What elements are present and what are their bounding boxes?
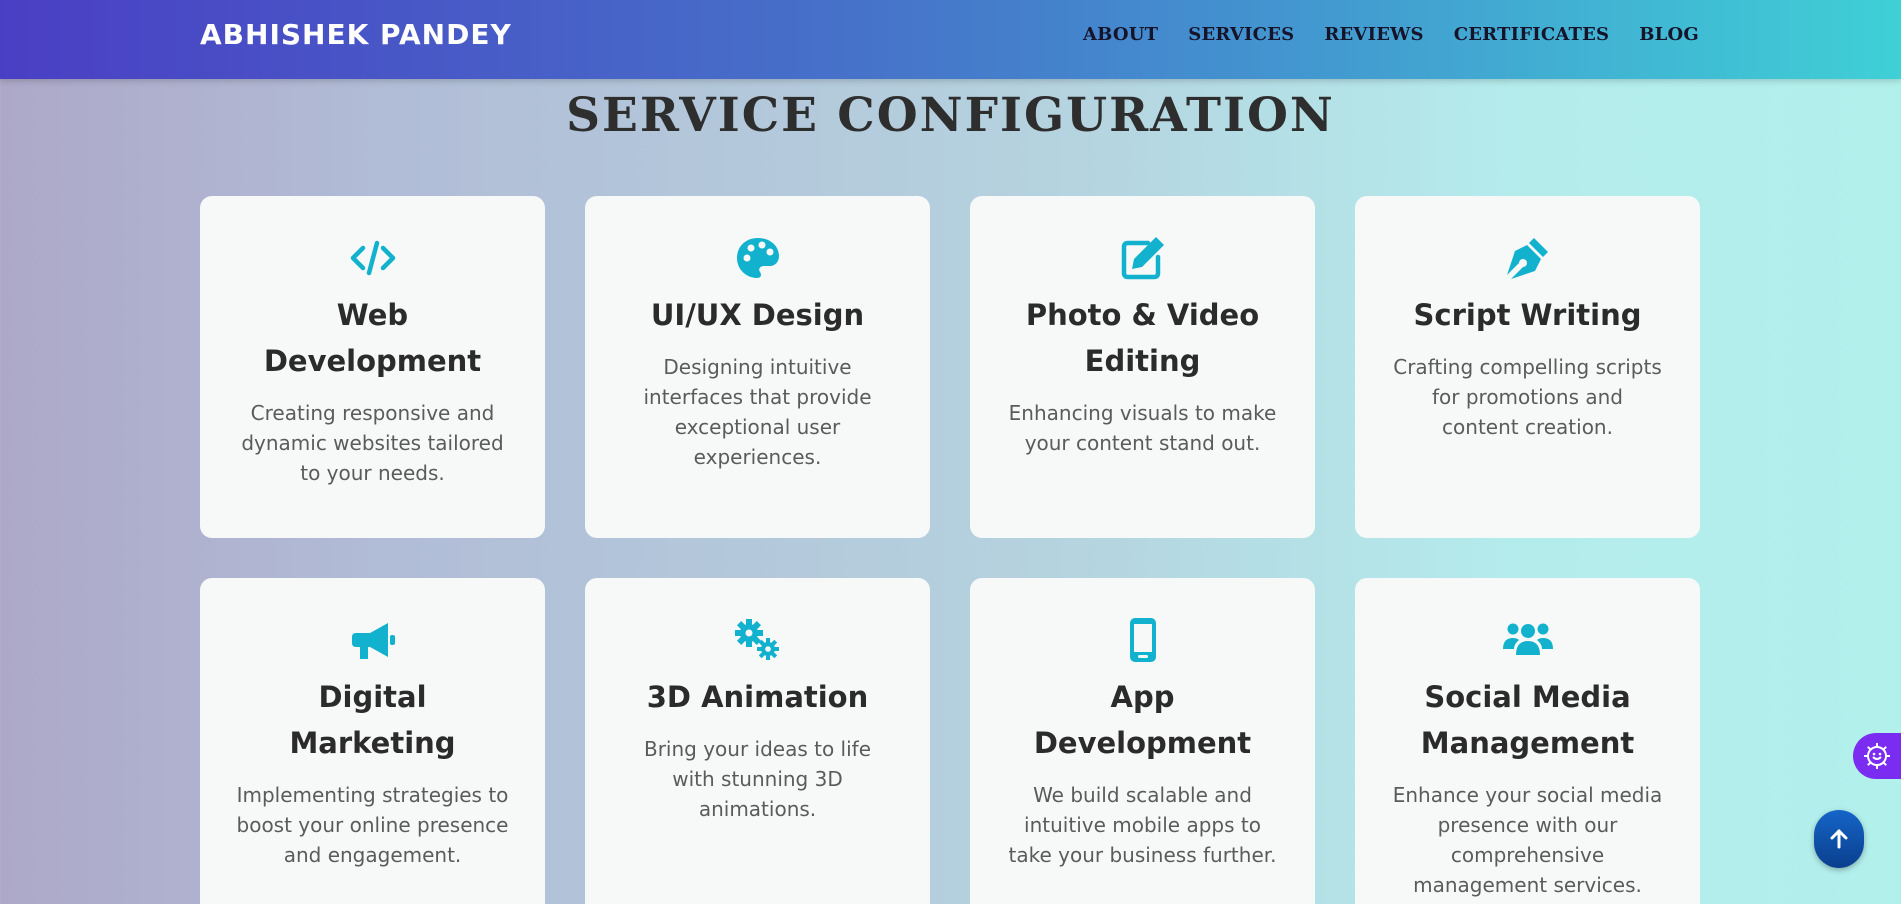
gear-smiley-icon	[1864, 743, 1890, 769]
service-title: Photo & Video Editing	[1025, 298, 1260, 378]
service-title: Digital Marketing	[289, 680, 456, 760]
nav-link-certificates[interactable]: CERTIFICATES	[1454, 24, 1610, 45]
service-title: Script Writing	[1413, 298, 1642, 332]
mobile-icon	[1000, 616, 1285, 664]
service-title: Web Development	[263, 298, 482, 378]
scroll-to-top-button[interactable]	[1814, 810, 1864, 868]
service-description: We build scalable and intuitive mobile a…	[1008, 783, 1277, 867]
nav-link-blog[interactable]: BLOG	[1639, 24, 1699, 45]
service-title: App Development	[1033, 680, 1252, 760]
service-title: 3D Animation	[646, 680, 869, 714]
service-description: Enhancing visuals to make your content s…	[1008, 401, 1277, 455]
pen-nib-icon	[1385, 234, 1670, 282]
arrow-up-icon	[1830, 829, 1848, 849]
service-card-3d-animation[interactable]: 3D Animation Bring your ideas to life wi…	[585, 578, 930, 904]
service-description: Crafting compelling scripts for promotio…	[1393, 355, 1662, 439]
service-description: Implementing strategies to boost your on…	[236, 783, 509, 867]
service-title: UI/UX Design	[650, 298, 865, 332]
nav-link-services[interactable]: SERVICES	[1188, 24, 1294, 45]
service-card-web-development[interactable]: Web Development Creating responsive and …	[200, 196, 545, 538]
megaphone-icon	[230, 616, 515, 664]
service-card-social-media-management[interactable]: Social Media Management Enhance your soc…	[1355, 578, 1700, 904]
theme-settings-button[interactable]	[1853, 733, 1901, 779]
service-card-photo-video-editing[interactable]: Photo & Video Editing Enhancing visuals …	[970, 196, 1315, 538]
service-card-script-writing[interactable]: Script Writing Crafting compelling scrip…	[1355, 196, 1700, 538]
nav-links: ABOUT SERVICES REVIEWS CERTIFICATES BLOG	[1083, 24, 1699, 45]
service-description: Enhance your social media presence with …	[1392, 783, 1663, 897]
site-logo[interactable]: ABHISHEK PANDEY	[200, 18, 512, 51]
service-title: Social Media Management	[1420, 680, 1635, 760]
edit-icon	[1000, 234, 1285, 282]
section-title: SERVICE CONFIGURATION	[566, 88, 1335, 143]
nav-link-reviews[interactable]: REVIEWS	[1324, 24, 1423, 45]
gears-icon	[615, 616, 900, 664]
service-card-ui-ux-design[interactable]: UI/UX Design Designing intuitive interfa…	[585, 196, 930, 538]
code-icon	[230, 234, 515, 282]
users-icon	[1385, 616, 1670, 664]
nav-link-about[interactable]: ABOUT	[1083, 24, 1158, 45]
service-description: Creating responsive and dynamic websites…	[241, 401, 504, 485]
service-card-app-development[interactable]: App Development We build scalable and in…	[970, 578, 1315, 904]
service-description: Designing intuitive interfaces that prov…	[643, 355, 872, 469]
palette-icon	[615, 234, 900, 282]
navbar: ABHISHEK PANDEY ABOUT SERVICES REVIEWS C…	[0, 0, 1901, 79]
service-description: Bring your ideas to life with stunning 3…	[643, 737, 872, 821]
service-card-digital-marketing[interactable]: Digital Marketing Implementing strategie…	[200, 578, 545, 904]
